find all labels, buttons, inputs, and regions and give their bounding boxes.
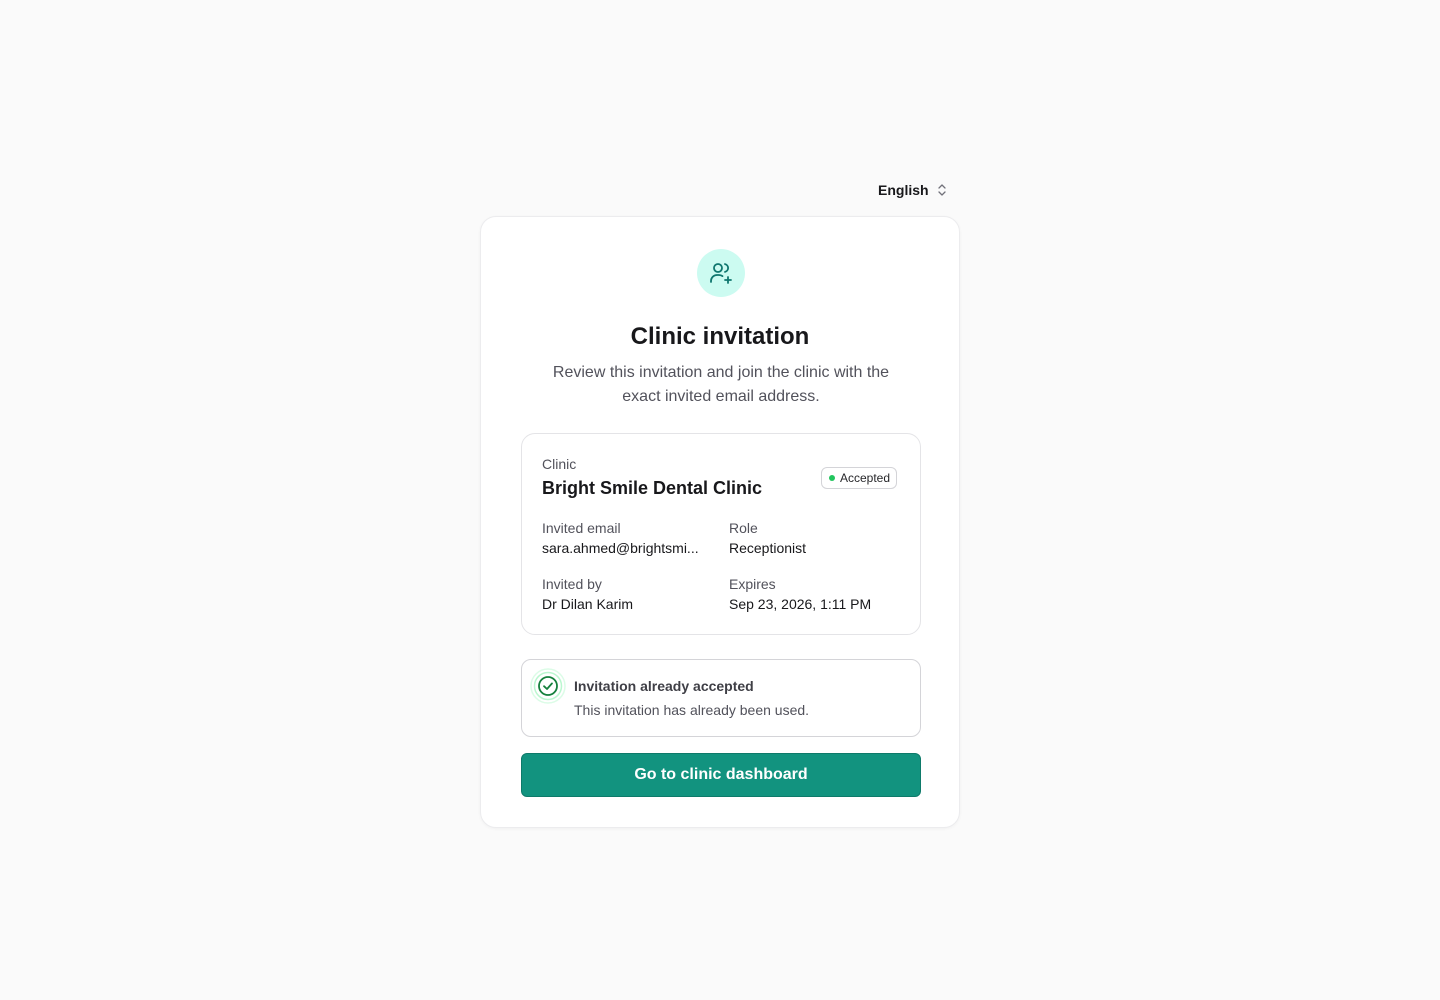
check-circle-icon [530,668,566,704]
status-badge-label: Accepted [840,471,891,485]
clinic-name: Bright Smile Dental Clinic [542,478,763,498]
go-to-dashboard-button[interactable]: Go to clinic dashboard [521,753,921,797]
expires-value: Sep 23, 2026, 1:11 PM [729,596,872,612]
page-subtitle: Review this invitation and join the clin… [552,364,890,405]
status-title: Invitation already accepted [574,678,754,694]
language-select-value: English [878,182,929,198]
user-plus-icon [697,249,745,297]
clinic-label: Clinic [542,456,577,472]
language-select[interactable]: English [878,180,947,200]
status-alert: Invitation already accepted This invitat… [521,659,921,737]
invited-by-value: Dr Dilan Karim [542,596,634,612]
invited-email-value: sara.ahmed@brightsmi... [542,540,699,556]
invitation-card: Clinic invitation Review this invitation… [480,216,960,828]
expires-label: Expires [729,576,776,592]
invitation-details: Clinic Bright Smile Dental Clinic Accept… [521,433,921,635]
invited-by-label: Invited by [542,576,602,592]
chevron-up-down-icon [937,184,946,196]
page-title: Clinic invitation [630,323,810,350]
status-badge: Accepted [821,467,898,489]
status-dot-icon [829,475,835,481]
status-description: This invitation has already been used. [574,702,810,718]
role-value: Receptionist [729,540,807,556]
role-label: Role [729,520,758,536]
invited-email-label: Invited email [542,520,621,536]
